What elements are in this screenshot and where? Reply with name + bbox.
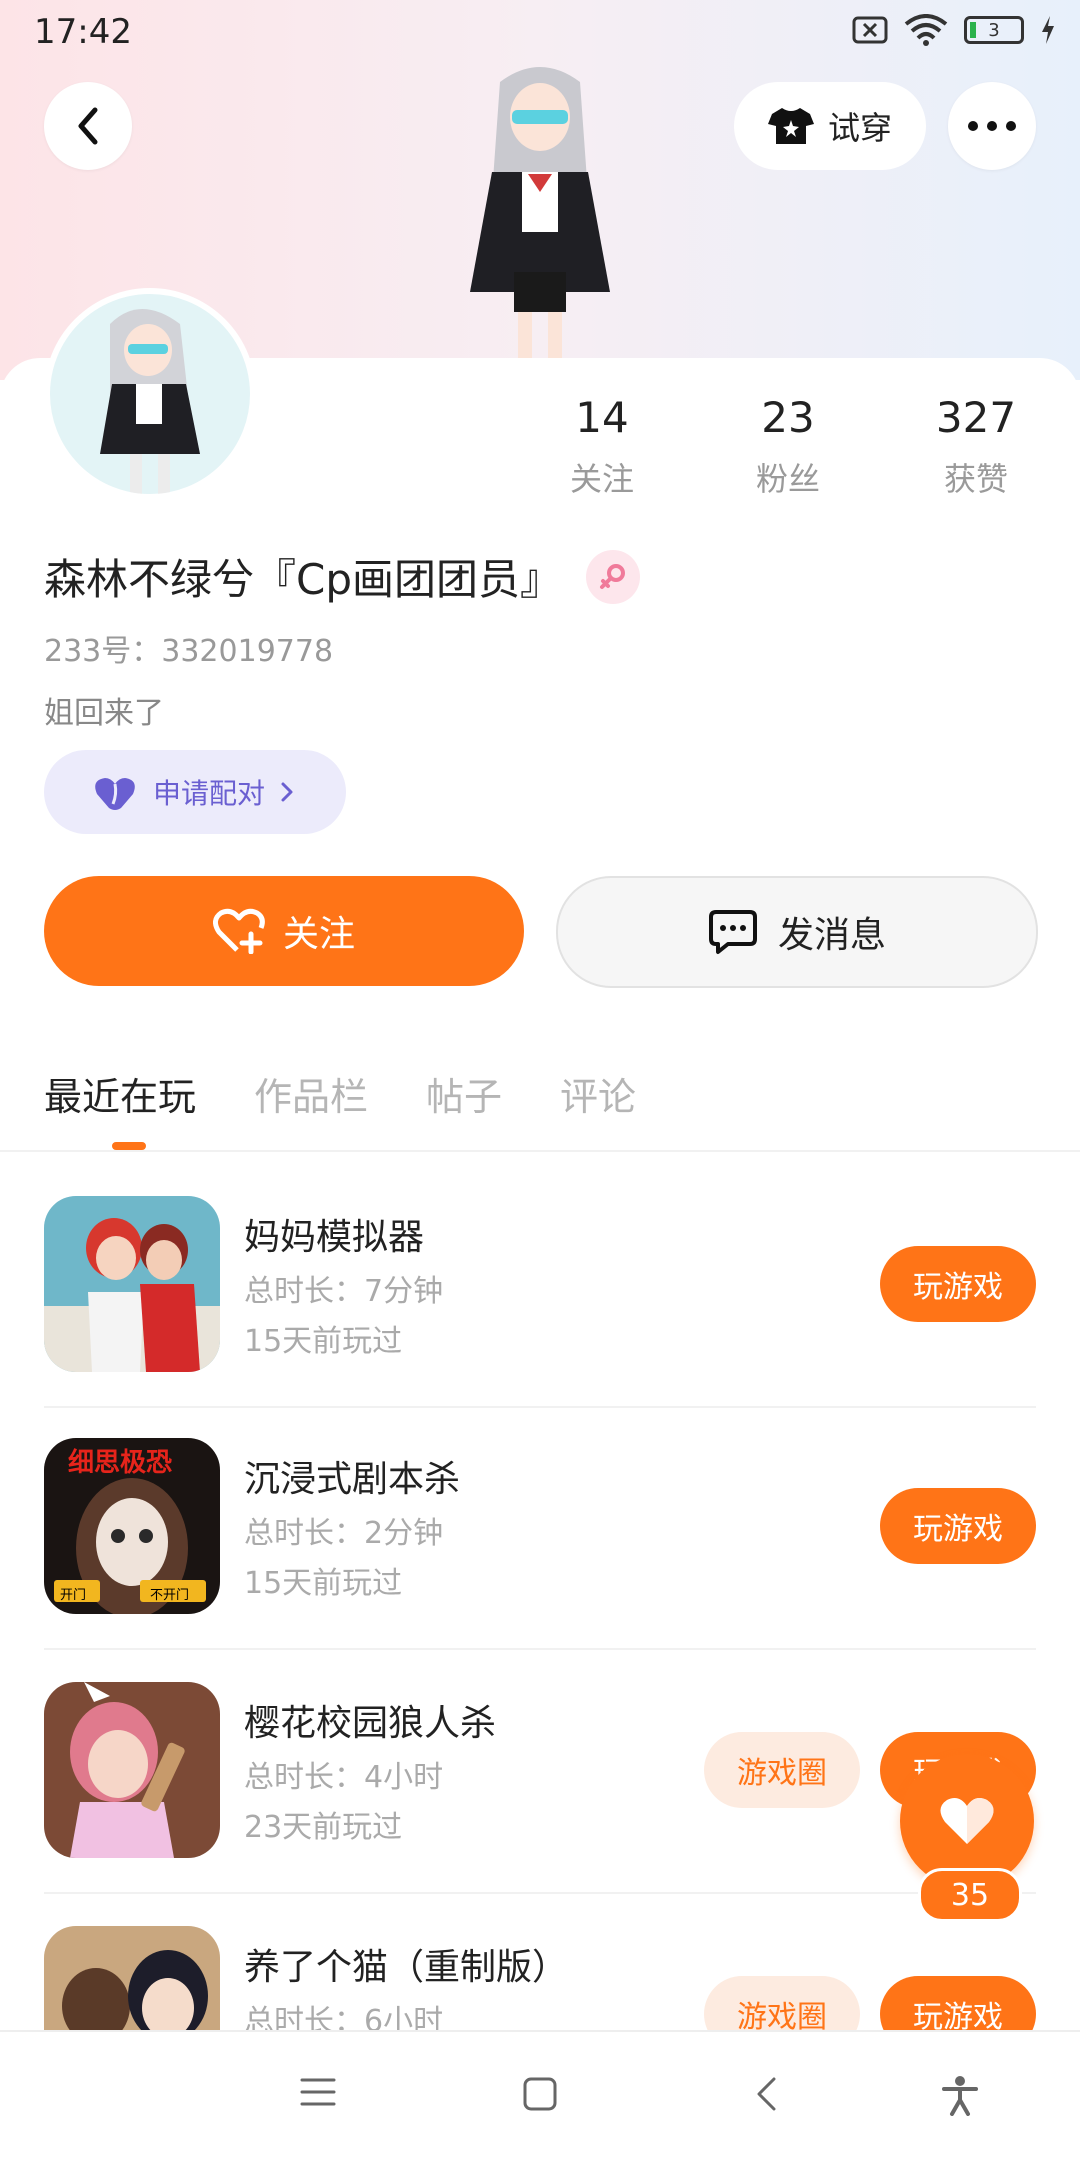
game-title: 养了个猫（重制版） [244,1947,569,1988]
following-label: 关注 [569,460,634,498]
follow-label: 关注 [282,914,355,955]
notification-icon [852,16,888,44]
back-button[interactable] [44,82,132,170]
likes-stat[interactable]: 327 获赞 [896,392,1056,500]
row-divider [44,1406,1036,1408]
game-list-item[interactable]: 细思极恐 开门 不开门 沉浸式剧本杀 总时长：2分钟 15天前玩过 玩游戏 [0,1438,1080,1680]
game-last-played: 15天前玩过 [244,1324,403,1359]
game-duration: 总时长：2分钟 [244,1516,444,1551]
try-on-button[interactable]: 试穿 [734,82,926,170]
system-navigation-bar [0,2030,1080,2162]
profile-name: 森林不绿兮『Cp画团团员』 [44,555,562,604]
game-title: 樱花校园狼人杀 [244,1703,497,1744]
heart-plus-icon [212,908,265,954]
row-divider [44,1892,1036,1894]
apply-pair-label: 申请配对 [152,777,265,810]
following-stat[interactable]: 14 关注 [522,392,682,500]
chevron-right-icon [281,782,293,802]
following-count: 14 [575,393,629,442]
try-on-label: 试穿 [827,109,892,147]
heart-icon [940,1798,994,1844]
profile-tabs: 最近在玩 作品栏 帖子 评论 [44,1066,636,1150]
game-thumbnail [44,1196,220,1372]
followers-label: 粉丝 [755,460,820,498]
apply-pair-button[interactable]: 申请配对 [44,750,346,834]
game-thumbnail: 细思极恐 开门 不开门 [44,1438,220,1614]
thumbnail-caption: 细思极恐 [68,1448,173,1478]
game-title: 沉浸式剧本杀 [244,1459,461,1500]
menu-icon[interactable] [300,2076,336,2108]
game-last-played: 23天前玩过 [244,1810,403,1845]
followers-count: 23 [761,393,815,442]
row-divider [44,1648,1036,1650]
game-last-played: 15天前玩过 [244,1566,403,1601]
battery-icon: 3 [964,16,1024,44]
more-button[interactable] [948,82,1036,170]
user-bio: 姐回来了 [44,696,164,731]
shirt-icon [767,108,814,144]
game-thumbnail [44,1682,220,1858]
likes-label: 获赞 [943,460,1008,498]
like-count-badge: 35 [918,1868,1022,1922]
wifi-icon [904,14,948,46]
home-icon[interactable] [522,2076,558,2112]
charging-icon [1042,16,1054,44]
user-id: 233号：332019778 [44,634,334,669]
thumbnail-button-open: 开门 [60,1588,87,1603]
game-duration: 总时长：4小时 [244,1760,444,1795]
more-dots-icon [968,121,1016,131]
likes-count: 327 [935,393,1017,442]
back-nav-icon[interactable] [754,2076,778,2112]
avatar[interactable] [44,288,256,500]
accessibility-icon[interactable] [940,2076,980,2116]
chat-bubble-icon [708,910,757,954]
status-time: 17:42 [34,12,132,52]
profile-name-row: 森林不绿兮『Cp画团团员』 [44,546,640,607]
play-game-button[interactable]: 玩游戏 [880,1246,1036,1322]
tab-posts[interactable]: 帖子 [426,1066,502,1121]
tab-comments[interactable]: 评论 [560,1066,636,1121]
status-bar: 17:42 3 [0,0,1080,66]
game-list-item[interactable]: 妈妈模拟器 总时长：7分钟 15天前玩过 玩游戏 [0,1196,1080,1438]
message-label: 发消息 [777,915,886,956]
game-duration: 总时长：7分钟 [244,1274,444,1309]
chevron-left-icon [78,107,98,145]
avatar-figure [100,309,200,494]
play-game-button[interactable]: 玩游戏 [880,1488,1036,1564]
tab-divider [0,1150,1080,1152]
game-title: 妈妈模拟器 [244,1217,425,1258]
heart-pair-icon [95,778,135,810]
message-button[interactable]: 发消息 [556,876,1038,988]
tab-recently-played[interactable]: 最近在玩 [44,1066,196,1150]
follow-button[interactable]: 关注 [44,876,524,986]
tab-works[interactable]: 作品栏 [254,1066,368,1121]
avatar-3d-figure [470,67,610,358]
battery-level: 3 [988,19,1000,41]
game-circle-button[interactable]: 游戏圈 [704,1732,860,1808]
thumbnail-button-close: 不开门 [150,1588,190,1603]
followers-stat[interactable]: 23 粉丝 [708,392,868,500]
female-gender-icon [586,549,640,604]
